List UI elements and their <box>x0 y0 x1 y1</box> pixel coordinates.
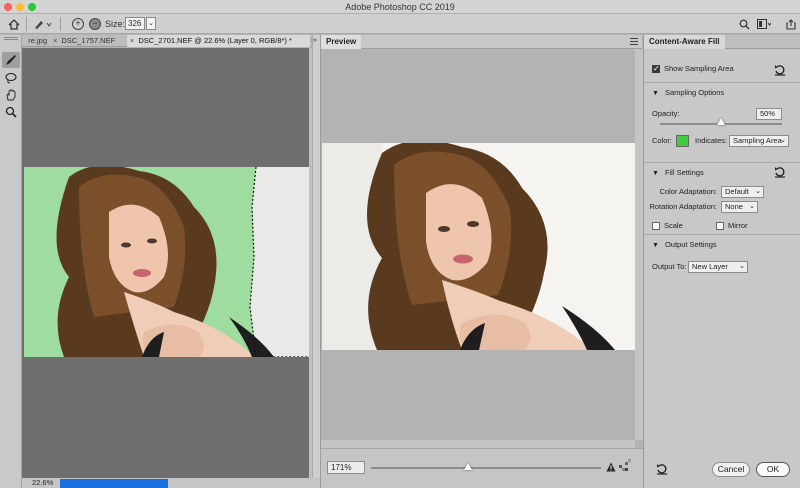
subtract-from-area-button[interactable]: − <box>87 17 103 31</box>
mirror-checkbox[interactable] <box>716 222 724 231</box>
scale-checkbox[interactable] <box>652 222 660 231</box>
photo-with-sampling-overlay <box>24 167 310 357</box>
status-bar: 22.6% <box>22 478 320 488</box>
output-settings-header[interactable]: ▼ Output Settings <box>644 234 800 254</box>
tab-document-2[interactable]: × DSC_1757.NEF <box>50 35 126 47</box>
fill-settings-title: Fill Settings <box>664 168 704 177</box>
magnifier-icon <box>5 106 17 118</box>
color-adaptation-value: Default <box>725 187 749 196</box>
indicates-select[interactable]: Sampling Area ⌄ <box>729 135 789 147</box>
brush-icon <box>6 55 16 65</box>
lasso-tool[interactable] <box>2 70 20 86</box>
warning-icon <box>606 462 616 472</box>
chevron-down-icon: ⌄ <box>749 203 755 210</box>
workspace-icon[interactable] <box>756 17 772 31</box>
sampling-brush-tool[interactable] <box>2 52 20 68</box>
close-tab-icon[interactable]: × <box>130 36 134 45</box>
scale-label: Scale <box>664 221 683 230</box>
zoom-status[interactable]: 22.6% <box>32 478 53 488</box>
preview-zoom-slider[interactable] <box>371 467 601 469</box>
chevron-down-icon: ⌄ <box>755 188 761 195</box>
preview-panel-header: Preview <box>321 35 642 49</box>
opacity-slider-thumb[interactable] <box>717 118 725 125</box>
preview-zoom-input[interactable]: 171% <box>327 461 365 474</box>
mirror-row: Mirror <box>716 220 786 232</box>
size-input[interactable]: 326 <box>125 17 145 30</box>
preview-vertical-scrollbar[interactable] <box>635 49 643 440</box>
show-sampling-area-label: Show Sampling Area <box>664 64 734 73</box>
chevron-down-icon: ▼ <box>652 242 659 249</box>
tab-preview[interactable]: Preview <box>321 35 362 49</box>
output-to-value: New Layer <box>692 262 728 271</box>
share-icon[interactable] <box>784 17 798 31</box>
reset-all-icon[interactable] <box>656 463 668 475</box>
tab-content-aware-fill[interactable]: Content-Aware Fill <box>644 35 725 49</box>
document-image[interactable] <box>24 167 310 357</box>
opacity-input[interactable]: 50% <box>756 108 782 120</box>
tool-preset-picker[interactable] <box>32 17 54 31</box>
content-aware-fill-header: Content-Aware Fill <box>644 35 800 49</box>
panel-divider[interactable]: » <box>312 35 320 488</box>
hand-tool[interactable] <box>2 87 20 103</box>
tab-document-1[interactable]: re.jpg <box>22 35 48 47</box>
chevron-down-icon: ▼ <box>652 90 659 97</box>
preview-image[interactable] <box>322 143 635 350</box>
content-aware-fill-panel: Content-Aware Fill Show Sampling Area ▼ S… <box>643 35 800 488</box>
search-icon[interactable] <box>737 17 751 31</box>
chevron-down-icon: ▼ <box>652 170 659 177</box>
lasso-icon <box>5 72 17 84</box>
preview-zoom-slider-thumb[interactable] <box>463 463 472 470</box>
sampling-color-swatch[interactable] <box>676 135 689 147</box>
color-adaptation-select[interactable]: Default ⌄ <box>721 186 764 198</box>
rotation-adaptation-value: None <box>725 202 743 211</box>
indicates-value: Sampling Area <box>733 136 782 145</box>
preview-footer: 171% <box>321 448 643 488</box>
preview-photo <box>322 143 635 350</box>
home-icon[interactable] <box>6 17 22 31</box>
zoom-tool[interactable] <box>2 104 20 120</box>
panel-menu-icon[interactable] <box>630 38 638 45</box>
output-settings-title: Output Settings <box>664 240 717 249</box>
preview-panel: Preview 171% <box>320 35 643 488</box>
hand-icon <box>6 89 16 101</box>
sampling-options-header[interactable]: ▼ Sampling Options <box>644 82 800 102</box>
minus-circle-icon: − <box>89 18 101 30</box>
preview-horizontal-scrollbar[interactable] <box>321 440 635 448</box>
size-dropdown-button[interactable]: ⌄ <box>146 17 156 30</box>
sampling-options-title: Sampling Options <box>664 88 725 97</box>
canvas-horizontal-scroll-thumb[interactable] <box>60 479 168 488</box>
expand-panels-icon[interactable]: » <box>313 37 317 44</box>
document-canvas[interactable] <box>22 48 310 478</box>
toolbar <box>0 35 22 488</box>
rotation-adaptation-select[interactable]: None ⌄ <box>721 201 758 213</box>
tab-document-2-label: DSC_1757.NEF <box>61 36 116 45</box>
plus-circle-icon: + <box>72 18 84 30</box>
tab-document-1-label: re.jpg <box>28 36 47 45</box>
chevron-down-icon: ⌄ <box>739 263 745 270</box>
reset-fill-settings-icon[interactable] <box>774 166 786 178</box>
document-tab-bar: re.jpg × DSC_1757.NEF × DSC_2701.NEF @ 22.… <box>22 35 320 47</box>
options-bar: + − Size: 326 ⌄ <box>0 14 800 34</box>
tab-document-3-label: DSC_2701.NEF @ 22.6% (Layer 0, RGB/8*) * <box>138 36 292 45</box>
tab-document-3[interactable]: × DSC_2701.NEF @ 22.6% (Layer 0, RGB/8*) … <box>127 35 310 47</box>
toolbar-grip[interactable] <box>4 37 18 40</box>
show-sampling-area-checkbox[interactable] <box>652 63 660 75</box>
close-tab-icon[interactable]: × <box>53 36 57 45</box>
add-to-area-button[interactable]: + <box>70 17 86 31</box>
mirror-label: Mirror <box>728 221 748 230</box>
chevron-down-icon: ⌄ <box>780 137 786 144</box>
app-title: Adobe Photoshop CC 2019 <box>345 2 455 12</box>
output-to-select[interactable]: New Layer ⌄ <box>688 261 748 273</box>
reset-sampling-icon[interactable] <box>774 64 786 76</box>
rotation-adaptation-label: Rotation Adaptation: <box>649 202 717 211</box>
color-adaptation-label: Color Adaptation: <box>659 187 717 196</box>
title-bar: Adobe Photoshop CC 2019 <box>0 0 800 14</box>
size-label: Size: <box>105 19 126 29</box>
brush-icon <box>35 21 52 29</box>
ok-button[interactable]: OK <box>756 462 790 477</box>
pixel-grid-icon[interactable] <box>619 459 631 471</box>
cancel-button[interactable]: Cancel <box>712 462 750 477</box>
